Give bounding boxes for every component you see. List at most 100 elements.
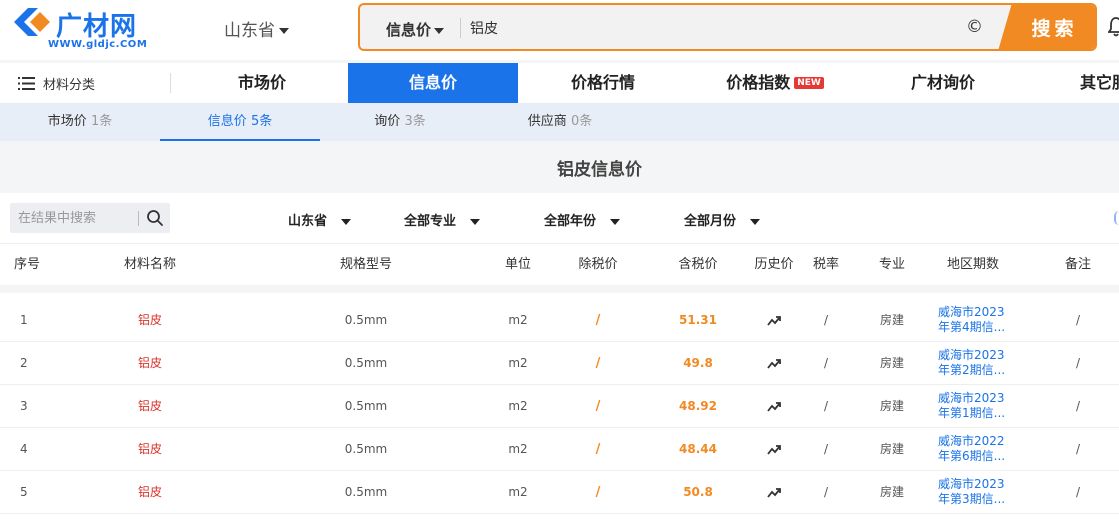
table-row: 1 铝皮 0.5mm m2 / 51.31 / 房建 威海市2023年第4期信.…: [0, 299, 1119, 342]
cell-pretax: /: [595, 442, 601, 457]
cell-unit: m2: [508, 356, 528, 370]
result-search: [10, 203, 170, 233]
caret-down-icon: [470, 218, 481, 225]
filter-label: 全部月份: [684, 214, 737, 229]
cell-name[interactable]: 铝皮: [110, 385, 190, 428]
cell-note: /: [1075, 485, 1081, 499]
cell-region-link[interactable]: 威海市2023年第1期信...: [938, 385, 1012, 428]
history-button[interactable]: [746, 299, 802, 342]
tab-count: 1条: [90, 114, 113, 129]
result-search-input[interactable]: [18, 208, 138, 228]
cell-name[interactable]: 铝皮: [110, 342, 190, 385]
nav-price-trends[interactable]: 价格行情: [528, 63, 678, 103]
table-row: 2 铝皮 0.5mm m2 / 49.8 / 房建 威海市2023年第2期信..…: [0, 342, 1119, 385]
cell-region-link[interactable]: 威海市2023年第4期信...: [938, 299, 1012, 342]
cell-region-link[interactable]: 威海市2023年第2期信...: [938, 342, 1012, 385]
cell-spec: 0.5mm: [344, 442, 388, 456]
header-gap: [0, 285, 1119, 293]
tab-label: 信息价: [207, 114, 247, 129]
category-menu-label: 材料分类: [43, 78, 96, 93]
cell-region-link[interactable]: 威海市2023年第3期信...: [938, 471, 1012, 514]
search-button[interactable]: 搜索: [998, 5, 1095, 49]
th-price: 含税价: [678, 257, 718, 272]
cell-specialty: 房建: [879, 356, 904, 370]
cell-price: 51.31: [679, 313, 717, 327]
cell-specialty: 房建: [879, 399, 904, 413]
cell-unit: m2: [508, 485, 528, 499]
trend-icon: [767, 358, 781, 369]
cell-pretax: /: [595, 485, 601, 500]
tab-inquiry[interactable]: 询价 3条: [320, 103, 480, 141]
menu-icon: [18, 77, 35, 90]
edge-decoration: [1114, 211, 1119, 225]
search-type-select[interactable]: 信息价: [386, 19, 445, 40]
nav-inquiry[interactable]: 广材询价: [868, 63, 1018, 103]
cell-name[interactable]: 铝皮: [110, 299, 190, 342]
nav-info-price[interactable]: 信息价: [348, 63, 518, 103]
cell-no: 5: [20, 485, 28, 499]
search-icon[interactable]: [146, 209, 164, 227]
cell-unit: m2: [508, 399, 528, 413]
cell-pretax: /: [595, 313, 601, 328]
filter-province[interactable]: 山东省: [288, 210, 352, 229]
tab-count: 3条: [404, 114, 426, 129]
cell-name[interactable]: 铝皮: [110, 471, 190, 514]
cell-note: /: [1075, 399, 1081, 413]
search-box: 信息价 © 搜索: [358, 3, 1097, 51]
filter-label: 山东省: [288, 214, 328, 229]
tab-count: 0条: [570, 114, 593, 129]
cell-unit: m2: [508, 313, 528, 327]
cell-tax: /: [823, 313, 829, 327]
cell-spec: 0.5mm: [344, 399, 388, 413]
cell-note: /: [1075, 356, 1081, 370]
cell-spec: 0.5mm: [344, 313, 388, 327]
section-title: 铝皮信息价: [557, 160, 642, 180]
search-divider: [460, 18, 461, 38]
bell-icon[interactable]: [1108, 16, 1119, 38]
nav-divider: [170, 73, 171, 93]
cell-tax: /: [823, 485, 829, 499]
th-region: 地区期数: [946, 257, 999, 272]
filter-month[interactable]: 全部月份: [684, 210, 761, 229]
th-name: 材料名称: [123, 257, 176, 272]
cell-unit: m2: [508, 442, 528, 456]
cell-price: 49.8: [683, 356, 713, 370]
nav-market-price[interactable]: 市场价: [186, 63, 338, 103]
trend-icon: [767, 444, 781, 455]
history-button[interactable]: [746, 428, 802, 471]
cell-tax: /: [823, 356, 829, 370]
cell-region-link[interactable]: 威海市2022年第6期信...: [938, 428, 1012, 471]
cell-pretax: /: [595, 356, 601, 371]
filter-label: 全部专业: [404, 214, 457, 229]
cell-no: 4: [20, 442, 28, 456]
th-unit: 单位: [504, 257, 531, 272]
province-label: 山东省: [224, 21, 275, 41]
tab-info-price[interactable]: 信息价 5条: [160, 103, 320, 141]
history-button[interactable]: [746, 471, 802, 514]
tab-count: 5条: [250, 114, 273, 129]
search-input[interactable]: [470, 13, 950, 43]
clear-icon[interactable]: ©: [966, 17, 983, 37]
tab-market-price[interactable]: 市场价 1条: [0, 103, 160, 141]
th-no: 序号: [14, 257, 41, 272]
history-button[interactable]: [746, 342, 802, 385]
tab-label: 供应商: [527, 114, 567, 129]
th-tax: 税率: [812, 257, 839, 272]
cell-name[interactable]: 铝皮: [110, 428, 190, 471]
nav-price-index[interactable]: 价格指数 NEW: [690, 63, 860, 103]
logo[interactable]: 广材网 WWW.gldjc.COM: [10, 6, 150, 52]
history-button[interactable]: [746, 385, 802, 428]
page: 广材网 WWW.gldjc.COM 山东省 信息价 © 搜索: [0, 0, 1119, 532]
table-header: 序号 材料名称 规格型号 单位 除税价 含税价 历史价 税率 专业 地区期数 备…: [0, 243, 1119, 285]
th-spec: 规格型号: [339, 257, 392, 272]
province-select[interactable]: 山东省: [224, 16, 289, 41]
filter-specialty[interactable]: 全部专业: [404, 210, 481, 229]
cell-specialty: 房建: [879, 442, 904, 456]
caret-down-icon: [341, 218, 352, 225]
filter-year[interactable]: 全部年份: [544, 210, 621, 229]
category-menu-button[interactable]: 材料分类: [18, 74, 95, 93]
nav-other[interactable]: 其它服: [1066, 63, 1119, 103]
cell-spec: 0.5mm: [344, 356, 388, 370]
tab-supplier[interactable]: 供应商 0条: [480, 103, 640, 141]
caret-down-icon: [434, 27, 445, 34]
